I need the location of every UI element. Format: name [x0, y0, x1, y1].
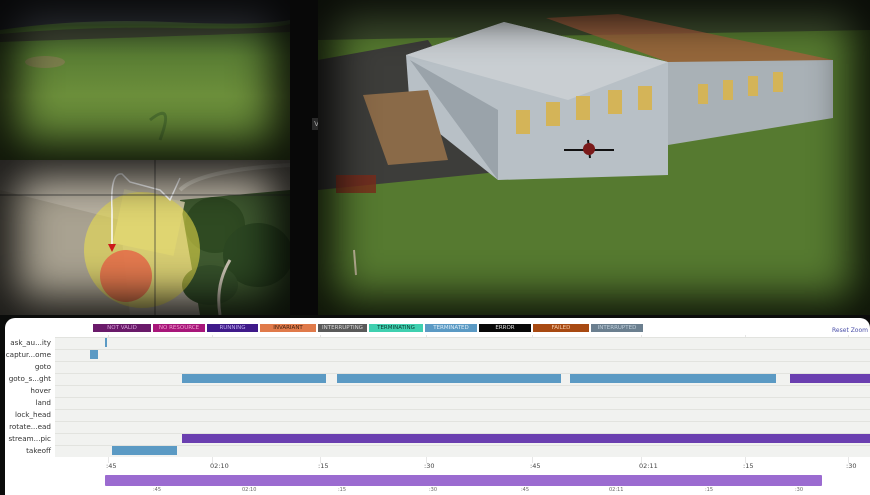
mission-map[interactable] [0, 160, 290, 315]
legend-item: INVARIANT [260, 324, 316, 332]
time-tick: 02:11 [639, 462, 658, 470]
scroll-tick: 02:11 [609, 487, 624, 493]
scroll-tick: :30 [795, 487, 804, 493]
row-label: land [35, 398, 51, 407]
row-track [55, 337, 870, 349]
time-tick: :30 [846, 462, 857, 470]
row-label: ask_au...ity [10, 338, 51, 347]
time-tick: :45 [530, 462, 541, 470]
secondary-camera-feed [0, 0, 290, 160]
row-track [55, 349, 870, 361]
scroll-tick: :15 [705, 487, 714, 493]
legend-item: TERMINATING [369, 324, 423, 332]
row-track [55, 397, 870, 409]
pane-divider [290, 0, 318, 315]
row-label: goto_s...ght [8, 374, 51, 383]
behavior-bar[interactable] [90, 350, 98, 359]
legend-item: INTERRUPTING [318, 324, 367, 332]
row-label: stream...pic [8, 434, 51, 443]
scroll-tick: 02:10 [242, 487, 257, 493]
row-track [55, 445, 870, 457]
row-label: takeoff [26, 446, 51, 455]
main-camera-feed [318, 0, 870, 315]
row-label: captur...ome [5, 350, 51, 359]
legend-item: TERMINATED [425, 324, 477, 332]
behavior-bar[interactable] [182, 374, 326, 383]
time-tick: :15 [318, 462, 329, 470]
legend-item: FAILED [533, 324, 589, 332]
row-track [55, 421, 870, 433]
row-label: lock_head [14, 410, 51, 419]
row-track [55, 361, 870, 373]
time-tick: :15 [743, 462, 754, 470]
time-tick: 02:10 [210, 462, 229, 470]
scroll-tick: :45 [521, 487, 530, 493]
behavior-bar[interactable] [337, 374, 561, 383]
reset-zoom-button[interactable]: Reset Zoom [832, 327, 868, 334]
scroll-tick: :15 [338, 487, 347, 493]
legend-item: RUNNING [207, 324, 258, 332]
behavior-bar[interactable] [790, 374, 870, 383]
legend-item: NOT VALID [93, 324, 151, 332]
row-label: rotate...ead [9, 422, 51, 431]
legend-item: ERROR [479, 324, 531, 332]
time-tick: :30 [424, 462, 435, 470]
scroll-tick: :45 [153, 487, 162, 493]
behavior-timeline[interactable]: NOT VALID NO RESOURCE RUNNING INVARIANT INTE… [5, 318, 870, 495]
behavior-bar[interactable] [570, 374, 776, 383]
timeline-scrollbar[interactable] [105, 475, 822, 486]
behavior-bar[interactable] [112, 446, 177, 455]
row-track [55, 409, 870, 421]
scroll-tick: :30 [429, 487, 438, 493]
legend-item: INTERRUPTED [591, 324, 643, 332]
row-track [55, 385, 870, 397]
behavior-bar[interactable] [182, 434, 870, 443]
row-label: hover [30, 386, 51, 395]
row-label: goto [34, 362, 51, 371]
behavior-bar[interactable] [105, 338, 107, 347]
time-tick: :45 [106, 462, 117, 470]
legend-item: NO RESOURCE [153, 324, 205, 332]
